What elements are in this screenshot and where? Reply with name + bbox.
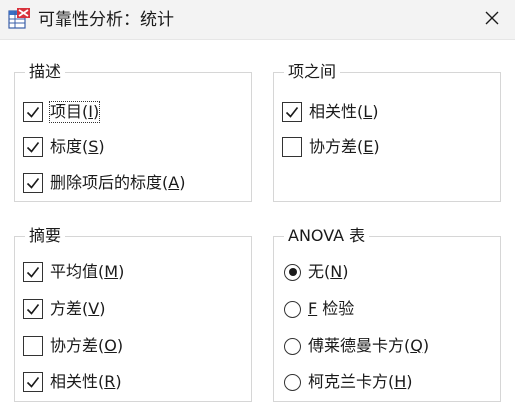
mnemonic-close: ) xyxy=(372,102,379,121)
summaries-group: 摘要 平均值(M) 方差(V) 协方差(O) 相关性(R) xyxy=(14,226,252,402)
radio-unselected-icon xyxy=(284,337,301,355)
checkbox-label: 标度(S) xyxy=(50,137,105,157)
checkbox-checked-icon xyxy=(282,102,302,122)
checkbox-covariances[interactable]: 协方差(O) xyxy=(23,333,123,359)
mnemonic-key: A xyxy=(168,173,180,192)
label-text: 无 xyxy=(308,262,325,281)
checkbox-correlations[interactable]: 相关性(R) xyxy=(23,369,122,395)
anova-group: ANOVA 表 无(N) F 检验 傅莱德曼卡方(Q) 柯克兰卡方(H) xyxy=(273,226,501,402)
mnemonic-key: S xyxy=(88,137,99,156)
mnemonic-close: ) xyxy=(115,372,122,391)
inter-item-group: 项之间 相关性(L) 协方差(E) xyxy=(273,62,501,202)
label-text: 检验 xyxy=(317,299,355,318)
label-text: 相关性 xyxy=(50,372,99,391)
mnemonic-close: ) xyxy=(98,137,105,156)
mnemonic-close: ) xyxy=(422,336,430,355)
mnemonic-close: ) xyxy=(179,173,186,192)
mnemonic-close: ) xyxy=(118,262,125,281)
mnemonic-close: ) xyxy=(342,262,349,281)
group-title-summaries: 摘要 xyxy=(25,226,66,246)
mnemonic-key: V xyxy=(88,299,100,318)
checkbox-label: 协方差(O) xyxy=(50,336,123,356)
descriptives-group: 描述 项目(I) 标度(S) 删除项后的标度(A) xyxy=(14,62,252,202)
close-icon xyxy=(484,10,500,30)
checkbox-label: 相关性(L) xyxy=(309,102,378,122)
label-text: 协方差 xyxy=(309,137,358,156)
checkbox-checked-icon xyxy=(23,137,43,157)
checkbox-unchecked-icon xyxy=(23,336,43,356)
radio-dot xyxy=(288,268,297,276)
radio-label: 傅莱德曼卡方(Q) xyxy=(308,336,429,356)
close-button[interactable] xyxy=(469,0,515,40)
checkbox-variances[interactable]: 方差(V) xyxy=(23,296,105,322)
label-text: 标度 xyxy=(50,137,83,156)
radio-friedman-chi-square[interactable]: 傅莱德曼卡方(Q) xyxy=(282,333,429,359)
label-text: 方差 xyxy=(50,299,83,318)
checkbox-label: 方差(V) xyxy=(50,299,105,319)
radio-none[interactable]: 无(N) xyxy=(282,259,348,285)
mnemonic-close: ) xyxy=(406,372,413,391)
title-bar: 可靠性分析：统计 xyxy=(0,0,515,40)
mnemonic-close: ) xyxy=(116,336,124,355)
radio-selected-icon xyxy=(284,263,301,281)
checkbox-checked-icon xyxy=(23,173,43,193)
checkbox-label: 删除项后的标度(A) xyxy=(50,173,185,193)
radio-unselected-icon xyxy=(284,300,301,318)
checkbox-unchecked-icon xyxy=(282,137,302,157)
label-text: 相关性 xyxy=(309,102,358,121)
label-text: 柯克兰卡方 xyxy=(308,372,389,391)
checkbox-item[interactable]: 项目(I) xyxy=(23,99,101,125)
mnemonic-key: F xyxy=(308,299,318,318)
mnemonic-key: N xyxy=(330,262,343,281)
label-text: 平均值 xyxy=(50,262,99,281)
radio-f-test[interactable]: F 检验 xyxy=(282,296,354,322)
checkbox-label: 相关性(R) xyxy=(50,372,122,392)
spss-table-icon xyxy=(8,7,32,31)
group-title-descriptives: 描述 xyxy=(25,62,66,82)
checkbox-means[interactable]: 平均值(M) xyxy=(23,259,124,285)
checkbox-label: 项目(I) xyxy=(48,101,101,123)
mnemonic-close: ) xyxy=(99,299,106,318)
mnemonic-key: E xyxy=(363,137,374,156)
checkbox-scale-if-item-deleted[interactable]: 删除项后的标度(A) xyxy=(23,170,185,196)
label-text: 协方差 xyxy=(50,336,99,355)
label-text: 删除项后的标度 xyxy=(50,173,163,192)
window-title: 可靠性分析：统计 xyxy=(38,10,174,30)
mnemonic-key: L xyxy=(363,102,373,121)
checkbox-checked-icon xyxy=(23,299,43,319)
radio-label: 柯克兰卡方(H) xyxy=(308,372,413,392)
radio-label: F 检验 xyxy=(308,299,354,319)
checkbox-scale[interactable]: 标度(S) xyxy=(23,134,105,160)
mnemonic-close: ) xyxy=(92,102,100,121)
label-text: 傅莱德曼卡方 xyxy=(308,336,405,355)
mnemonic-key: Q xyxy=(410,336,423,355)
mnemonic-key: H xyxy=(394,372,407,391)
radio-cochran-chi-square[interactable]: 柯克兰卡方(H) xyxy=(282,369,413,395)
label-text: 项目 xyxy=(50,102,83,121)
checkbox-label: 平均值(M) xyxy=(50,262,124,282)
checkbox-inter-item-correlations[interactable]: 相关性(L) xyxy=(282,99,378,125)
mnemonic-key: R xyxy=(104,372,116,391)
checkbox-checked-icon xyxy=(23,262,43,282)
radio-label: 无(N) xyxy=(308,262,348,282)
checkbox-checked-icon xyxy=(23,102,43,122)
group-title-anova: ANOVA 表 xyxy=(284,226,370,246)
group-title-inter-item: 项之间 xyxy=(284,62,341,82)
checkbox-inter-item-covariances[interactable]: 协方差(E) xyxy=(282,134,380,160)
radio-unselected-icon xyxy=(284,373,301,391)
checkbox-label: 协方差(E) xyxy=(309,137,380,157)
mnemonic-close: ) xyxy=(373,137,380,156)
checkbox-checked-icon xyxy=(23,372,43,392)
mnemonic-key: M xyxy=(104,262,119,281)
mnemonic-key: O xyxy=(104,336,117,355)
